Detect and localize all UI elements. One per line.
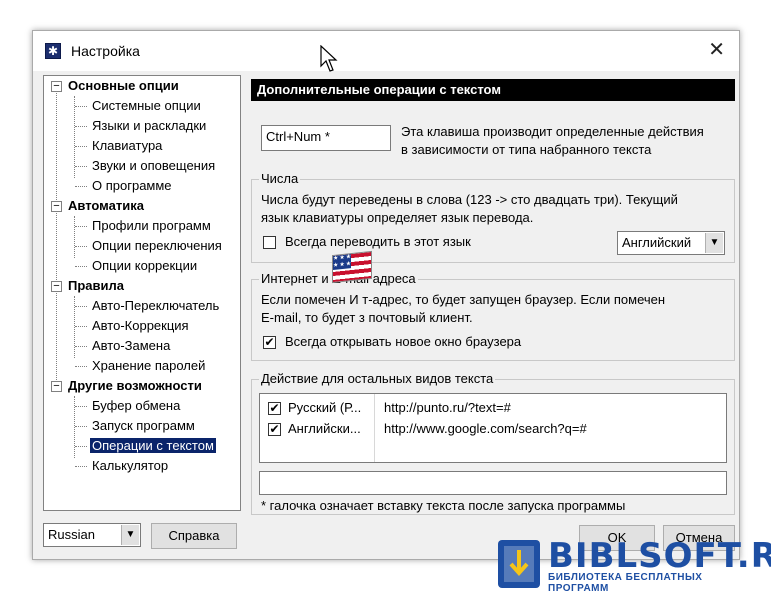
tree-item-label: Хранение паролей bbox=[92, 358, 206, 373]
tree-group-rules[interactable]: Правила bbox=[68, 276, 124, 296]
hotkey-description-line2: в зависимости от типа набранного текста bbox=[401, 142, 652, 157]
numbers-description-line2: язык клавиатуры определяет язык перевода… bbox=[261, 210, 534, 225]
tree-item-label: Клавиатура bbox=[92, 138, 163, 153]
action-row-name[interactable]: Английски... bbox=[288, 420, 372, 438]
internet-description-line2: E-mail, то будет з почтовый клиент. bbox=[261, 310, 473, 325]
settings-app-icon: ✱ bbox=[45, 43, 61, 59]
tree-item-keyboard[interactable]: Клавиатура bbox=[92, 136, 162, 156]
tree-item-passwords[interactable]: Хранение паролей bbox=[92, 356, 205, 376]
chevron-down-icon[interactable]: ▼ bbox=[705, 233, 723, 253]
tree-item-label: Профили программ bbox=[92, 218, 211, 233]
tree-group-other[interactable]: Другие возможности bbox=[68, 376, 202, 396]
tree-item-label: О программе bbox=[92, 178, 172, 193]
action-edit-field[interactable] bbox=[259, 471, 727, 495]
expander-icon[interactable]: − bbox=[51, 281, 62, 292]
expander-icon[interactable]: − bbox=[51, 381, 62, 392]
internet-description-line1: Если помечен И т-адрес, то будет запущен… bbox=[261, 292, 666, 307]
interface-language-select[interactable]: Russian ▼ bbox=[43, 523, 141, 547]
chevron-down-icon[interactable]: ▼ bbox=[121, 525, 139, 545]
tree-item-launch-programs[interactable]: Запуск программ bbox=[92, 416, 195, 436]
panel-header: Дополнительные операции с текстом bbox=[251, 79, 735, 101]
tree-item-label: Опции переключения bbox=[92, 238, 222, 253]
numbers-description-line1: Числа будут переведены в слова (123 -> с… bbox=[261, 192, 678, 207]
tree-item-text-operations[interactable]: Операции с текстом bbox=[89, 436, 217, 456]
tree-item-label: Калькулятор bbox=[92, 458, 169, 473]
tree-item-label: Авто-Коррекция bbox=[92, 318, 189, 333]
window-title: Настройка bbox=[71, 43, 140, 59]
tree-item-auto-switcher[interactable]: Авто-Переключатель bbox=[92, 296, 219, 316]
watermark-title: BIBLSOFT.RU bbox=[548, 536, 771, 576]
tree-item-label: Авто-Переключатель bbox=[92, 298, 220, 313]
tree-item-label: Операции с текстом bbox=[89, 437, 217, 454]
actions-note: * галочка означает вставку текста после … bbox=[261, 498, 626, 513]
tree-item-auto-replace[interactable]: Авто-Замена bbox=[92, 336, 170, 356]
tree-group-label: Основные опции bbox=[68, 78, 179, 93]
tree-item-label: Звуки и оповещения bbox=[92, 158, 216, 173]
tree-item-label: Опции коррекции bbox=[92, 258, 198, 273]
numbers-group-title: Числа bbox=[259, 171, 301, 187]
mouse-cursor-icon bbox=[320, 45, 338, 72]
tree-item-label: Системные опции bbox=[92, 98, 201, 113]
always-translate-label: Всегда переводить в этот язык bbox=[285, 234, 471, 249]
tree-group-label: Другие возможности bbox=[68, 378, 202, 393]
row-checkbox[interactable]: ✔ bbox=[268, 402, 281, 415]
tree-item-sounds[interactable]: Звуки и оповещения bbox=[92, 156, 215, 176]
tree-item-clipboard[interactable]: Буфер обмена bbox=[92, 396, 180, 416]
tree-item-about[interactable]: О программе bbox=[92, 176, 172, 196]
hotkey-description-line1: Эта клавиша производит определенные дейс… bbox=[401, 124, 704, 139]
tree-group-main[interactable]: Основные опции bbox=[68, 76, 179, 96]
translation-language-select[interactable]: Английский ▼ bbox=[617, 231, 725, 255]
new-browser-window-checkbox[interactable]: ✔ bbox=[263, 336, 276, 349]
close-icon[interactable]: ✕ bbox=[708, 39, 725, 61]
tree-item-label: Буфер обмена bbox=[92, 398, 181, 413]
tree-group-label: Правила bbox=[68, 278, 124, 293]
tree-item-label: Авто-Замена bbox=[92, 338, 171, 353]
tree-item-system[interactable]: Системные опции bbox=[92, 96, 201, 116]
tree-item-languages[interactable]: Языки и раскладки bbox=[92, 116, 206, 136]
translation-language-value: Английский bbox=[622, 235, 692, 250]
tree-group-automation[interactable]: Автоматика bbox=[68, 196, 144, 216]
settings-window: ✱ Настройка ✕ − Основные опции Системные… bbox=[32, 30, 740, 560]
new-browser-window-label: Всегда открывать новое окно браузера bbox=[285, 334, 522, 349]
action-row-url[interactable]: http://punto.ru/?text=# bbox=[384, 399, 714, 417]
tree-item-switch-options[interactable]: Опции переключения bbox=[92, 236, 222, 256]
action-row-url[interactable]: http://www.google.com/search?q=# bbox=[384, 420, 714, 438]
options-tree[interactable]: − Основные опции Системные опции Языки и… bbox=[43, 75, 241, 511]
expander-icon[interactable]: − bbox=[51, 81, 62, 92]
expander-icon[interactable]: − bbox=[51, 201, 62, 212]
help-button[interactable]: Справка bbox=[151, 523, 237, 549]
hotkey-input[interactable]: Ctrl+Num * bbox=[261, 125, 391, 151]
tree-item-calculator[interactable]: Калькулятор bbox=[92, 456, 168, 476]
download-logo-icon bbox=[498, 540, 540, 588]
actions-list[interactable]: ✔ Русский (Р... http://punto.ru/?text=# … bbox=[259, 393, 727, 463]
actions-group-title: Действие для остальных видов текста bbox=[259, 371, 496, 387]
action-row-name[interactable]: Русский (Р... bbox=[288, 399, 372, 417]
tree-group-label: Автоматика bbox=[68, 198, 144, 213]
tree-item-label: Запуск программ bbox=[92, 418, 195, 433]
always-translate-checkbox[interactable] bbox=[263, 236, 276, 249]
tree-item-auto-correction[interactable]: Авто-Коррекция bbox=[92, 316, 189, 336]
title-bar[interactable]: ✱ Настройка ✕ bbox=[33, 31, 739, 71]
tree-item-correction-options[interactable]: Опции коррекции bbox=[92, 256, 197, 276]
interface-language-value: Russian bbox=[48, 527, 95, 542]
us-flag-icon: ★★★ ★★★ bbox=[332, 250, 372, 284]
watermark: BIBLSOFT.RU БИБЛИОТЕКА БЕСПЛАТНЫХ ПРОГРА… bbox=[498, 536, 771, 594]
tree-item-label: Языки и раскладки bbox=[92, 118, 207, 133]
watermark-subtitle: БИБЛИОТЕКА БЕСПЛАТНЫХ ПРОГРАММ bbox=[548, 572, 703, 594]
tree-item-profiles[interactable]: Профили программ bbox=[92, 216, 211, 236]
row-checkbox[interactable]: ✔ bbox=[268, 423, 281, 436]
